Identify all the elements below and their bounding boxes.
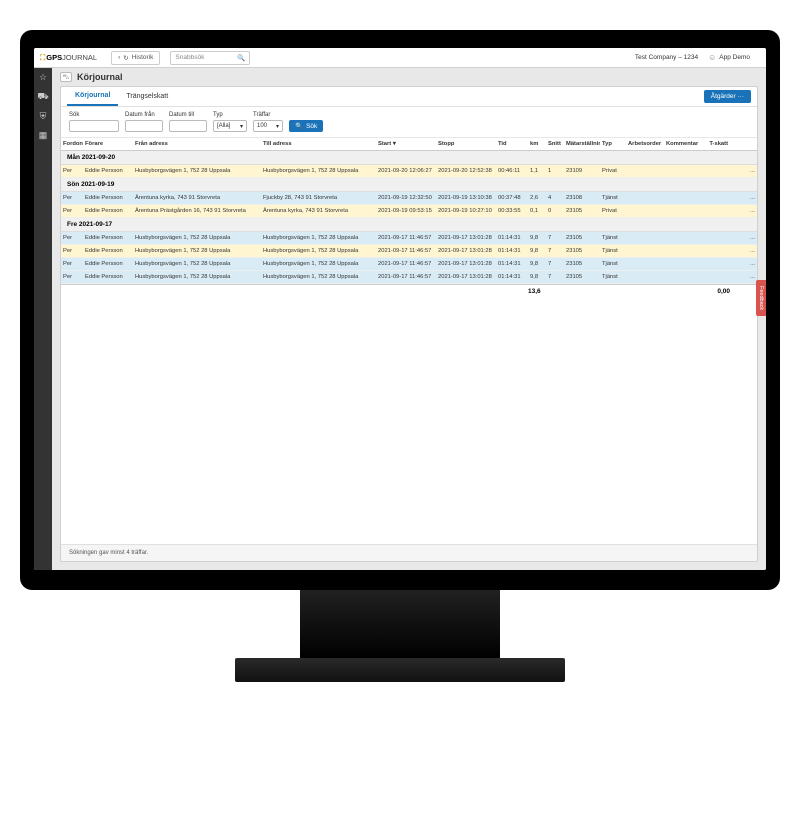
lbl-traffar: Träffar — [253, 112, 283, 118]
main: ⛍ Körjournal Körjournal Trängselskatt Åt… — [52, 68, 766, 570]
group-header: Fre 2021-09-17 — [61, 218, 757, 232]
card: Körjournal Trängselskatt Åtgärder ··· Sö… — [60, 86, 758, 562]
group-header: Sön 2021-09-19 — [61, 178, 757, 192]
topbar: ⛶ GPSJOURNAL ‹ ↻ Historik Snabbsök 🔍 Tes… — [34, 48, 766, 68]
col-till[interactable]: Till adress — [261, 138, 376, 150]
company-label: Test Company – 1234 — [635, 54, 698, 61]
table-row[interactable]: PerEddie PerssonHusbyborgsvägen 1, 752 2… — [61, 165, 757, 178]
feedback-tab[interactable]: Feedback — [756, 280, 766, 316]
monitor-frame: ⛶ GPSJOURNAL ‹ ↻ Historik Snabbsök 🔍 Tes… — [20, 30, 780, 590]
table-header: Fordon Förare Från adress Till adress St… — [61, 138, 757, 151]
search-btn-label: Sök — [306, 123, 317, 130]
table-row[interactable]: PerEddie PerssonÄrentuna kyrka, 743 91 S… — [61, 192, 757, 205]
page-header: ⛍ Körjournal — [52, 68, 766, 86]
col-matar[interactable]: Mätarställning — [564, 138, 600, 150]
select-traffar[interactable]: 100▾ — [253, 120, 283, 132]
sidebar: ☆ ⛟ ⛨ ▦ — [34, 68, 52, 570]
col-ao[interactable]: Arbetsorder — [626, 138, 664, 150]
car-icon[interactable]: ⛟ — [37, 91, 48, 103]
history-icon: ↻ — [123, 54, 128, 62]
table-row[interactable]: PerEddie PerssonHusbyborgsvägen 1, 752 2… — [61, 232, 757, 245]
shield-icon[interactable]: ⛨ — [40, 111, 47, 122]
table-row[interactable]: PerEddie PerssonHusbyborgsvägen 1, 752 2… — [61, 245, 757, 258]
col-start[interactable]: Start ▾ — [376, 138, 436, 150]
quick-search-input[interactable]: Snabbsök 🔍 — [170, 51, 250, 65]
col-tskatt[interactable]: T-skatt — [702, 138, 730, 150]
result-footer: Sökningen gav minst 4 träffar. — [61, 544, 757, 561]
col-typ[interactable]: Typ — [600, 138, 626, 150]
input-sok[interactable] — [69, 120, 119, 132]
logo-icon: ⛶ — [40, 53, 45, 63]
tabs: Körjournal Trängselskatt Åtgärder ··· — [61, 87, 757, 107]
history-label: Historik — [132, 54, 154, 61]
search-icon: 🔍 — [237, 54, 245, 62]
chevron-down-icon: ▾ — [240, 123, 243, 130]
col-fran[interactable]: Från adress — [133, 138, 261, 150]
actions-button[interactable]: Åtgärder ··· — [704, 90, 751, 103]
total-km: 13,6 — [528, 288, 546, 295]
chevron-left-icon: ‹ — [118, 54, 120, 61]
history-button[interactable]: ‹ ↻ Historik — [111, 51, 160, 65]
col-fordon[interactable]: Fordon — [61, 138, 83, 150]
user-label[interactable]: App Demo — [719, 54, 750, 61]
star-icon[interactable]: ☆ — [39, 72, 47, 83]
quick-search-placeholder: Snabbsök — [175, 54, 204, 61]
user-icon: ☺ — [708, 53, 716, 62]
logo[interactable]: ⛶ GPSJOURNAL — [40, 53, 97, 63]
lbl-datum-fran: Datum från — [125, 112, 163, 118]
input-datum-fran[interactable] — [125, 120, 163, 132]
page-car-icon: ⛍ — [60, 72, 72, 82]
col-snitt[interactable]: Snitt — [546, 138, 564, 150]
lbl-typ: Typ — [213, 112, 247, 118]
total-tskatt: 0,00 — [702, 288, 730, 295]
filters: Sök Datum från Datum till Typ — [61, 107, 757, 138]
col-tid[interactable]: Tid — [496, 138, 528, 150]
col-stopp[interactable]: Stopp — [436, 138, 496, 150]
totals-row: 13,6 0,00 — [61, 284, 757, 298]
lbl-datum-till: Datum till — [169, 112, 207, 118]
col-km[interactable]: km — [528, 138, 546, 150]
table: Fordon Förare Från adress Till adress St… — [61, 138, 757, 544]
logo-text-thin: JOURNAL — [62, 53, 97, 62]
lbl-sok: Sök — [69, 112, 119, 118]
calendar-icon[interactable]: ▦ — [39, 130, 48, 141]
search-button[interactable]: 🔍 Sök — [289, 120, 323, 132]
monitor-stand — [300, 588, 500, 658]
table-row[interactable]: PerEddie PerssonHusbyborgsvägen 1, 752 2… — [61, 271, 757, 284]
table-row[interactable]: PerEddie PerssonHusbyborgsvägen 1, 752 2… — [61, 258, 757, 271]
monitor-base — [235, 658, 565, 682]
chevron-down-icon: ▾ — [276, 123, 279, 130]
screen: ⛶ GPSJOURNAL ‹ ↻ Historik Snabbsök 🔍 Tes… — [34, 48, 766, 570]
select-typ[interactable]: [Alla]▾ — [213, 120, 247, 132]
col-forare[interactable]: Förare — [83, 138, 133, 150]
page-title: Körjournal — [77, 72, 123, 82]
logo-text-bold: GPS — [46, 53, 62, 62]
search-icon: 🔍 — [295, 122, 303, 130]
input-datum-till[interactable] — [169, 120, 207, 132]
table-row[interactable]: PerEddie PerssonÄrentuna Prästgården 16,… — [61, 205, 757, 218]
tab-trangselskatt[interactable]: Trängselskatt — [118, 88, 176, 105]
col-komm[interactable]: Kommentar — [664, 138, 702, 150]
group-header: Mån 2021-09-20 — [61, 151, 757, 165]
tab-korjournal[interactable]: Körjournal — [67, 87, 118, 106]
